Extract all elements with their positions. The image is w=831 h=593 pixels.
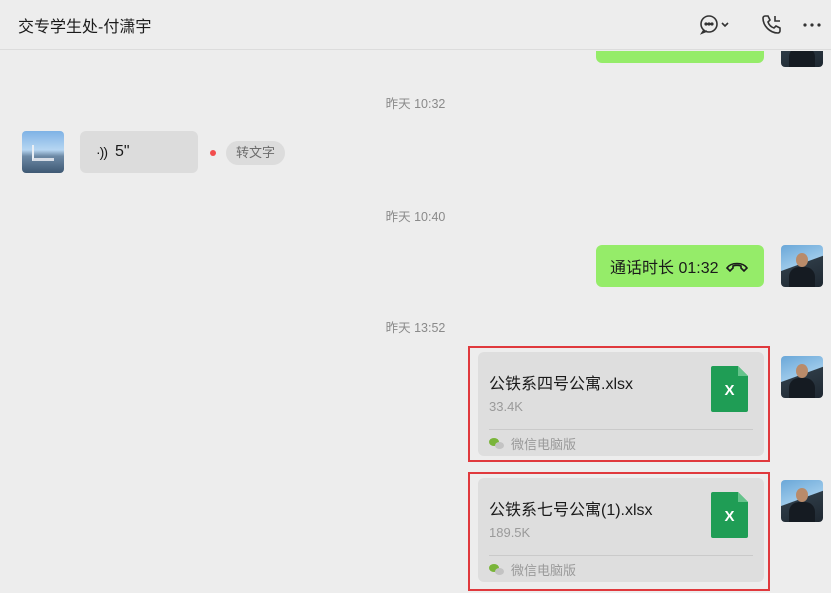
divider <box>489 429 753 430</box>
unread-dot <box>210 150 216 156</box>
wechat-mini-icon <box>489 437 505 450</box>
phone-icon[interactable] <box>756 10 786 38</box>
voice-duration: 5" <box>115 143 130 160</box>
chat-header: 交专学生处-付潇宇 <box>0 0 831 50</box>
file-size: 33.4K <box>489 399 523 414</box>
my-avatar[interactable] <box>781 480 823 522</box>
voice-wave-icon: ·)) <box>96 144 108 160</box>
excel-letter: X <box>724 508 735 525</box>
file-source: 微信电脑版 <box>489 434 576 453</box>
source-label: 微信电脑版 <box>511 437 577 452</box>
excel-letter: X <box>724 382 735 399</box>
call-duration-text: 通话时长 01:32 <box>610 260 719 277</box>
file-size: 189.5K <box>489 525 531 540</box>
divider <box>489 555 753 556</box>
my-avatar[interactable] <box>781 245 823 287</box>
call-duration-message[interactable]: 通话时长 01:32 <box>596 245 764 287</box>
timestamp: 昨天 13:52 <box>385 321 446 335</box>
contact-avatar[interactable] <box>22 131 64 173</box>
transcribe-button[interactable]: 转文字 <box>226 141 286 165</box>
chat-title: 交专学生处-付潇宇 <box>18 19 152 36</box>
file-message[interactable]: 公铁系七号公寓(1).xlsx 189.5K X 微信电脑版 <box>478 478 764 582</box>
my-avatar[interactable] <box>781 51 823 67</box>
source-label: 微信电脑版 <box>511 563 577 578</box>
timestamp: 昨天 10:40 <box>385 210 446 224</box>
wechat-mini-icon <box>489 563 505 576</box>
chat-bubble-dropdown-icon[interactable] <box>699 10 729 38</box>
file-source: 微信电脑版 <box>489 560 576 579</box>
more-icon[interactable] <box>797 10 827 38</box>
chat-messages[interactable]: 昨天 10:32 ·)) 5" 转文字 昨天 10:40 通话时长 01:32 … <box>0 51 831 593</box>
timestamp: 昨天 10:32 <box>385 97 446 111</box>
hang-up-icon <box>725 262 748 273</box>
voice-message[interactable]: ·)) 5" <box>80 131 198 173</box>
my-avatar[interactable] <box>781 356 823 398</box>
previous-message-bubble[interactable] <box>596 51 764 63</box>
file-name: 公铁系四号公寓.xlsx <box>489 376 634 393</box>
file-message[interactable]: 公铁系四号公寓.xlsx 33.4K X 微信电脑版 <box>478 352 764 456</box>
file-name: 公铁系七号公寓(1).xlsx <box>489 502 653 519</box>
